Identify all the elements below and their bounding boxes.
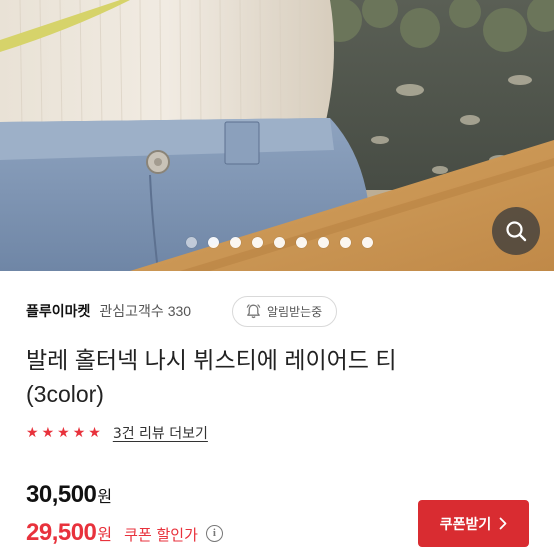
info-icon[interactable]: i bbox=[205, 524, 223, 542]
zoom-button[interactable] bbox=[492, 207, 540, 255]
carousel-dot[interactable] bbox=[273, 237, 285, 248]
bell-icon bbox=[246, 304, 261, 319]
star-icon: ★ bbox=[41, 425, 55, 441]
carousel-dot[interactable] bbox=[185, 237, 197, 248]
product-image-carousel[interactable] bbox=[0, 0, 554, 271]
star-icon: ★ bbox=[26, 425, 39, 441]
star-rating: ★ ★ ★ ★ ★ bbox=[26, 425, 101, 441]
carousel-dot[interactable] bbox=[229, 237, 241, 248]
seller-row: 플루이마켓 관심고객수 330 bbox=[26, 296, 191, 326]
coupon-price: 29,500 원 쿠폰 할인가 i bbox=[26, 519, 223, 547]
chevron-right-icon bbox=[499, 517, 507, 530]
coupon-discount-label: 쿠폰 할인가 bbox=[124, 526, 198, 544]
carousel-dot[interactable] bbox=[251, 237, 263, 248]
price-value: 30,500 bbox=[26, 481, 97, 508]
review-link[interactable]: 3건 리뷰 더보기 bbox=[113, 423, 208, 443]
product-title-line-1: 발레 홀터넥 나시 뷔스티에 레이어드 티 bbox=[26, 347, 397, 373]
star-icon: ★ bbox=[88, 425, 101, 441]
carousel-dot[interactable] bbox=[339, 237, 351, 248]
sale-price-value: 29,500 bbox=[26, 519, 97, 546]
alarm-toggle-button[interactable]: 알림받는중 bbox=[232, 296, 338, 327]
star-icon: ★ bbox=[72, 425, 86, 441]
carousel-dot[interactable] bbox=[361, 237, 373, 248]
product-title: 발레 홀터넥 나시 뷔스티에 레이어드 티 (3color) bbox=[26, 343, 526, 411]
sale-price-currency: 원 bbox=[97, 525, 113, 544]
search-icon bbox=[506, 221, 527, 242]
original-price: 30,500 원 bbox=[26, 481, 112, 509]
carousel-dot[interactable] bbox=[317, 237, 329, 248]
watcher-count: 관심고객수 330 bbox=[99, 303, 192, 319]
carousel-indicator bbox=[0, 237, 554, 248]
carousel-dot[interactable] bbox=[207, 237, 219, 248]
carousel-dot[interactable] bbox=[295, 237, 307, 248]
product-photo bbox=[0, 0, 554, 271]
star-icon: ★ bbox=[57, 425, 70, 441]
price-currency: 원 bbox=[97, 487, 113, 506]
alarm-label: 알림받는중 bbox=[267, 305, 323, 319]
product-title-line-2: (3color) bbox=[26, 381, 104, 407]
rating-row: ★ ★ ★ ★ ★ 3건 리뷰 더보기 bbox=[26, 423, 208, 443]
coupon-button-label: 쿠폰받기 bbox=[439, 516, 492, 533]
seller-name[interactable]: 플루이마켓 bbox=[26, 301, 90, 321]
get-coupon-button[interactable]: 쿠폰받기 bbox=[418, 500, 529, 547]
